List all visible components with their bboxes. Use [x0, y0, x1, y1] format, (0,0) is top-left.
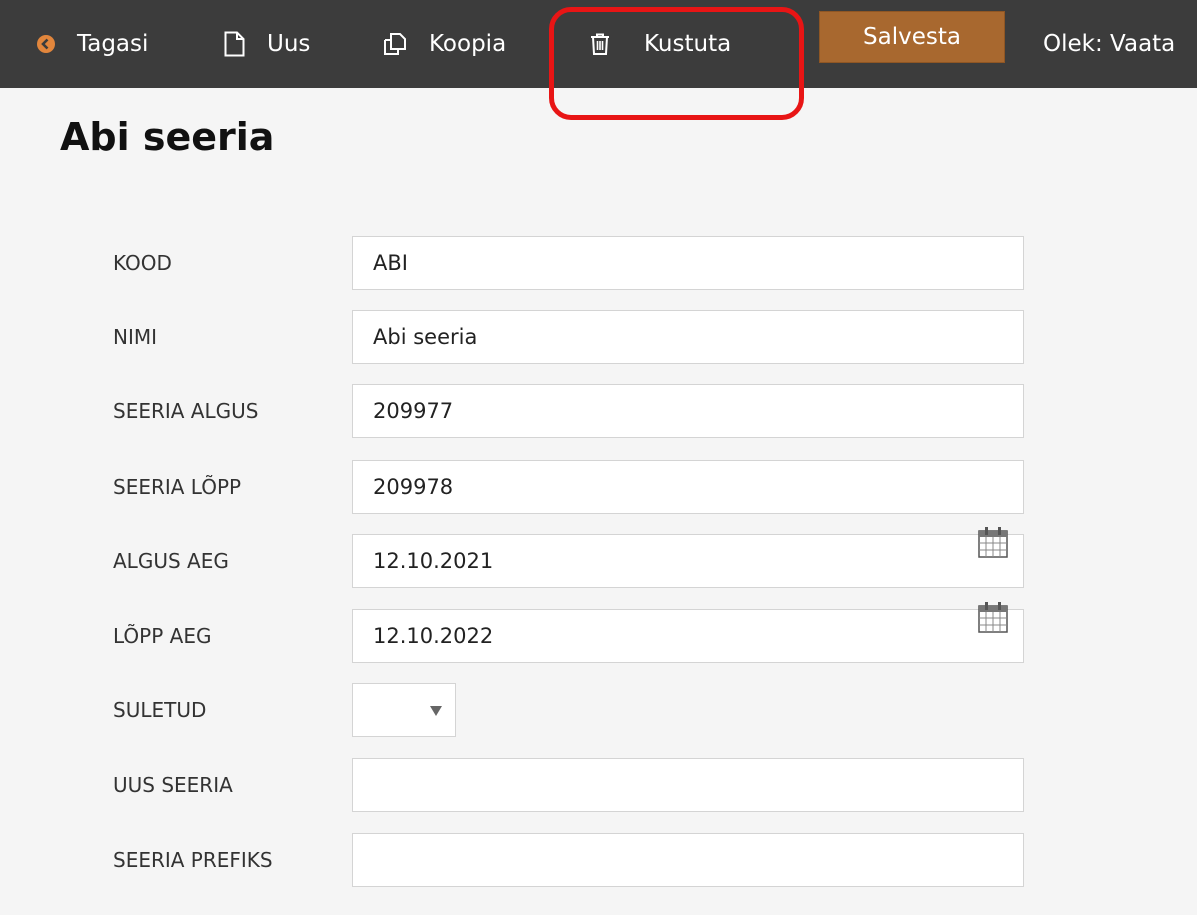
- delete-label: Kustuta: [644, 31, 732, 57]
- status-text: Olek: Vaata: [1043, 31, 1176, 57]
- nimi-field[interactable]: [352, 310, 1024, 364]
- seeria-prefiks-field[interactable]: [352, 833, 1024, 887]
- seeria-algus-label: SEERIA ALGUS: [113, 399, 259, 423]
- nimi-label: NIMI: [113, 325, 158, 349]
- suletud-label: SULETUD: [113, 698, 207, 722]
- form-row-suletud: SULETUD: [0, 683, 1197, 737]
- lopp-aeg-label: LÕPP AEG: [113, 624, 212, 648]
- new-label: Uus: [267, 31, 311, 57]
- kood-field[interactable]: [352, 236, 1024, 290]
- back-button[interactable]: Tagasi: [37, 0, 148, 88]
- seeria-prefiks-label: SEERIA PREFIKS: [113, 848, 273, 872]
- copy-label: Koopia: [429, 31, 507, 57]
- new-button[interactable]: Uus: [224, 0, 310, 88]
- uus-seeria-field[interactable]: [352, 758, 1024, 812]
- suletud-select[interactable]: [352, 683, 456, 737]
- kood-label: KOOD: [113, 251, 172, 275]
- seeria-lopp-field[interactable]: [352, 460, 1024, 514]
- new-document-icon: [224, 31, 245, 57]
- form-row-nimi: NIMI: [0, 310, 1197, 364]
- seeria-algus-field[interactable]: [352, 384, 1024, 438]
- form-row-seeria-algus: SEERIA ALGUS: [0, 384, 1197, 438]
- form-row-seeria-prefiks: SEERIA PREFIKS: [0, 833, 1197, 887]
- calendar-icon[interactable]: [977, 525, 1009, 559]
- save-button[interactable]: Salvesta: [819, 11, 1005, 63]
- form-row-lopp-aeg: LÕPP AEG: [0, 602, 1197, 663]
- back-label: Tagasi: [77, 31, 149, 57]
- form-row-uus-seeria: UUS SEERIA: [0, 758, 1197, 812]
- chevron-down-icon: [430, 706, 442, 716]
- uus-seeria-label: UUS SEERIA: [113, 773, 233, 797]
- delete-button[interactable]: Kustuta: [590, 0, 731, 88]
- calendar-icon[interactable]: [977, 600, 1009, 634]
- form-row-kood: KOOD: [0, 236, 1197, 290]
- form-row-algus-aeg: ALGUS AEG: [0, 527, 1197, 588]
- page-title: Abi seeria: [60, 115, 275, 159]
- copy-button[interactable]: Koopia: [383, 0, 506, 88]
- toolbar: Tagasi Uus Koopia Kustuta Salvesta Olek:…: [0, 0, 1197, 88]
- arrow-left-circle-icon: [37, 35, 55, 53]
- form-row-seeria-lopp: SEERIA LÕPP: [0, 460, 1197, 514]
- algus-aeg-label: ALGUS AEG: [113, 549, 229, 573]
- seeria-lopp-label: SEERIA LÕPP: [113, 475, 242, 499]
- copy-icon: [383, 32, 407, 56]
- algus-aeg-field[interactable]: [352, 534, 1024, 588]
- lopp-aeg-field[interactable]: [352, 609, 1024, 663]
- trash-icon: [590, 33, 610, 55]
